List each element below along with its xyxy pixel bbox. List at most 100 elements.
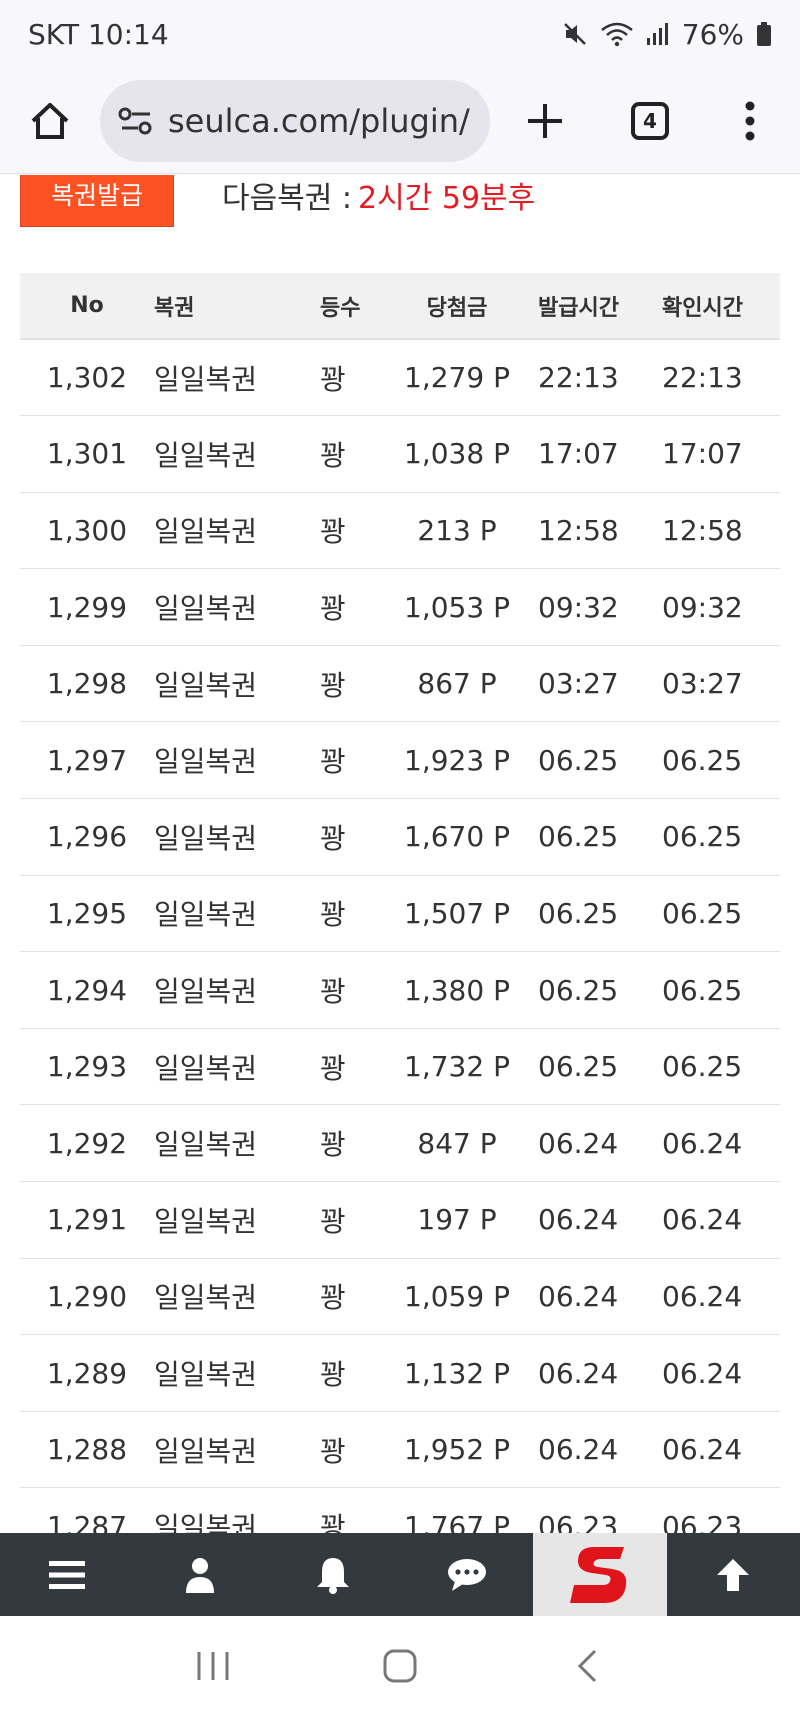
cell-lottery: 일일복권 xyxy=(154,821,258,855)
header-lottery: 복권 xyxy=(154,295,195,321)
table-row: 1,291 일일복권 꽝 197 P 06.24 06.24 xyxy=(20,1182,780,1259)
cell-issue-time: 06.24 xyxy=(538,1126,619,1160)
cell-prize: 1,038 P xyxy=(404,437,510,471)
nav-notification-button[interactable] xyxy=(267,1533,400,1616)
table-row: 1,295 일일복권 꽝 1,507 P 06.25 06.25 xyxy=(20,875,780,952)
home-square-icon xyxy=(383,1649,417,1683)
table-row: 1,290 일일복권 꽝 1,059 P 06.24 06.24 xyxy=(20,1258,780,1335)
back-chevron-icon xyxy=(577,1649,596,1683)
address-bar[interactable]: seulca.com/plugin/l xyxy=(100,79,490,162)
cell-check-time: 03:27 xyxy=(662,667,743,701)
cell-grade: 꽝 xyxy=(320,1511,346,1533)
carrier-time: SKT 10:14 xyxy=(28,17,169,51)
battery-icon xyxy=(756,21,772,47)
cell-issue-time: 06.23 xyxy=(538,1509,619,1533)
page-content: 복권발급 다음복권 : 2시간 59분후 No 복권 등수 당첨금 발급시간 확… xyxy=(0,175,800,1533)
next-lottery-info: 다음복권 : 2시간 59분후 xyxy=(222,175,536,216)
table-row: 1,297 일일복권 꽝 1,923 P 06.25 06.25 xyxy=(20,722,780,799)
cell-no: 1,300 xyxy=(46,513,128,547)
table-row: 1,299 일일복권 꽝 1,053 P 09:32 09:32 xyxy=(20,569,780,646)
chat-icon xyxy=(447,1558,486,1591)
cell-lottery: 일일복권 xyxy=(154,898,258,932)
cell-prize: 1,670 P xyxy=(404,820,510,854)
battery-percent: 76% xyxy=(681,17,744,51)
issue-lottery-button[interactable]: 복권발급 xyxy=(20,175,174,227)
new-tab-button[interactable] xyxy=(490,71,600,171)
cell-check-time: 06.25 xyxy=(662,896,743,930)
nav-menu-button[interactable] xyxy=(0,1533,133,1616)
nav-scroll-top-button[interactable] xyxy=(667,1533,800,1616)
table-row: 1,300 일일복권 꽝 213 P 12:58 12:58 xyxy=(20,492,780,569)
cell-check-time: 06.25 xyxy=(662,820,743,854)
nav-user-button[interactable] xyxy=(133,1533,266,1616)
nav-logo-button[interactable] xyxy=(533,1533,667,1616)
cell-grade: 꽝 xyxy=(320,1434,346,1468)
cell-no: 1,292 xyxy=(46,1126,128,1160)
lottery-history-table: No 복권 등수 당첨금 발급시간 확인시간 1,302 일일복권 꽝 1,279 P… xyxy=(20,273,780,1533)
cell-lottery: 일일복권 xyxy=(154,745,258,779)
cell-lottery: 일일복권 xyxy=(154,668,258,702)
cell-check-time: 06.25 xyxy=(662,1050,743,1084)
cell-lottery: 일일복권 xyxy=(154,438,258,472)
cell-grade: 꽝 xyxy=(320,592,346,626)
cell-no: 1,296 xyxy=(46,820,128,854)
cell-prize: 1,053 P xyxy=(404,590,510,624)
header-issue-time: 발급시간 xyxy=(538,295,619,321)
cell-issue-time: 03:27 xyxy=(538,667,619,701)
cell-grade: 꽝 xyxy=(320,1204,346,1238)
cell-prize: 1,732 P xyxy=(404,1050,510,1084)
browser-menu-button[interactable] xyxy=(700,71,800,171)
cell-check-time: 12:58 xyxy=(662,513,743,547)
table-row: 1,289 일일복권 꽝 1,132 P 06.24 06.24 xyxy=(20,1335,780,1412)
site-settings-icon[interactable] xyxy=(118,106,160,136)
cell-prize: 1,059 P xyxy=(404,1279,510,1313)
cell-prize: 213 P xyxy=(417,513,497,547)
wifi-icon xyxy=(600,21,634,47)
cell-prize: 1,507 P xyxy=(404,896,510,930)
cell-issue-time: 12:58 xyxy=(538,513,619,547)
tab-switcher-button[interactable]: 4 xyxy=(600,71,700,171)
cell-no: 1,293 xyxy=(46,1050,128,1084)
logo-s-icon xyxy=(569,1546,627,1603)
table-row: 1,292 일일복권 꽝 847 P 06.24 06.24 xyxy=(20,1105,780,1182)
header-no: No xyxy=(70,293,104,318)
bell-icon xyxy=(317,1557,350,1594)
system-back-button[interactable] xyxy=(547,1626,627,1706)
table-body: 1,302 일일복권 꽝 1,279 P 22:13 22:13 1,301 일일복권 꽝 1,0… xyxy=(20,339,780,1533)
system-home-button[interactable] xyxy=(360,1626,440,1706)
table-row: 1,294 일일복권 꽝 1,380 P 06.25 06.25 xyxy=(20,952,780,1029)
cell-lottery: 일일복권 xyxy=(154,1281,258,1315)
cell-grade: 꽝 xyxy=(320,1051,346,1085)
cell-prize: 867 P xyxy=(417,667,497,701)
status-icons: 76% xyxy=(562,18,772,51)
cell-lottery: 일일복권 xyxy=(154,592,258,626)
cell-prize: 1,767 P xyxy=(404,1509,510,1533)
cell-no: 1,301 xyxy=(46,437,128,471)
cell-no: 1,290 xyxy=(46,1279,128,1313)
cell-check-time: 06.24 xyxy=(662,1203,743,1237)
header-check-time: 확인시간 xyxy=(662,295,743,321)
cell-check-time: 06.24 xyxy=(662,1356,743,1390)
user-icon xyxy=(185,1557,214,1593)
table-header-row: No 복권 등수 당첨금 발급시간 확인시간 xyxy=(20,273,780,339)
table-row: 1,301 일일복권 꽝 1,038 P 17:07 17:07 xyxy=(20,416,780,493)
cell-grade: 꽝 xyxy=(320,362,346,396)
next-lottery-countdown: 2시간 59분후 xyxy=(358,181,536,216)
cell-issue-time: 06.24 xyxy=(538,1203,619,1237)
cell-grade: 꽝 xyxy=(320,438,346,472)
cell-issue-time: 06.24 xyxy=(538,1433,619,1467)
cell-lottery: 일일복권 xyxy=(154,1358,258,1392)
home-button[interactable] xyxy=(0,71,100,171)
next-lottery-label: 다음복권 : xyxy=(222,181,353,216)
cell-check-time: 22:13 xyxy=(662,361,743,395)
nav-chat-button[interactable] xyxy=(400,1533,533,1616)
recent-apps-button[interactable] xyxy=(173,1626,253,1706)
cell-lottery: 일일복권 xyxy=(154,1511,258,1533)
more-vert-icon xyxy=(745,101,755,140)
cell-issue-time: 06.25 xyxy=(538,1050,619,1084)
table-row: 1,293 일일복권 꽝 1,732 P 06.25 06.25 xyxy=(20,1028,780,1105)
cell-prize: 847 P xyxy=(417,1126,497,1160)
cell-grade: 꽝 xyxy=(320,745,346,779)
cell-check-time: 06.25 xyxy=(662,743,743,777)
cell-no: 1,294 xyxy=(46,973,128,1007)
